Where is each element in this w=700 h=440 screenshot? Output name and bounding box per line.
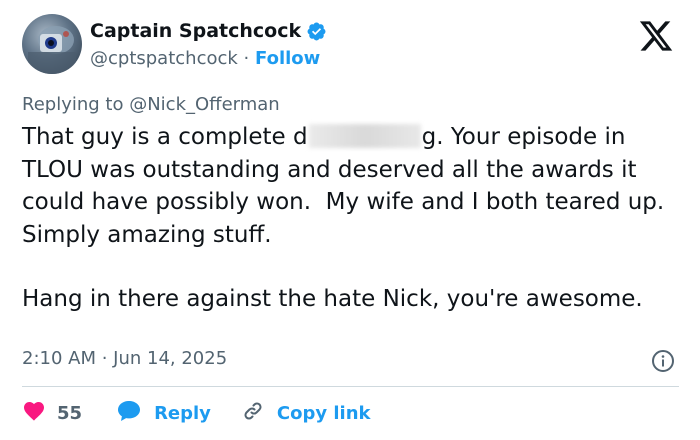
x-logo-icon[interactable] [636, 18, 676, 54]
tweet-paragraph-2: Hang in there against the hate Nick, you… [22, 286, 643, 312]
reply-mention-link[interactable]: @Nick_Offerman [129, 94, 280, 115]
author-name[interactable]: Captain Spatchcock [90, 20, 301, 42]
follow-button[interactable]: Follow [255, 48, 320, 69]
info-icon[interactable] [651, 349, 675, 373]
author-handle[interactable]: @cptspatchcock [90, 48, 238, 69]
tweet-paragraph-1: That guy is a complete d g. Your episode … [22, 121, 687, 251]
copy-link-label: Copy link [276, 403, 371, 424]
like-count: 55 [57, 403, 83, 424]
reply-button[interactable]: Reply [116, 399, 211, 428]
verified-badge-icon [306, 21, 327, 42]
action-bar: 55 Reply Copy link [22, 399, 371, 428]
speech-bubble-icon [116, 399, 142, 428]
reply-label: Reply [154, 403, 211, 424]
like-button[interactable]: 55 [22, 399, 82, 428]
redacted-word [308, 124, 421, 148]
replying-to: Replying to @Nick_Offerman [22, 94, 280, 115]
copy-link-button[interactable]: Copy link [241, 399, 371, 428]
replying-prefix: Replying to [22, 94, 124, 115]
divider [22, 386, 679, 387]
tweet-text-part-1: That guy is a complete d [22, 124, 308, 150]
author-name-row: Captain Spatchcock [90, 20, 327, 42]
separator-dot: · [243, 48, 250, 69]
tweet-text: That guy is a complete d g. Your episode … [22, 121, 687, 316]
heart-icon [22, 399, 46, 428]
author-handle-row: @cptspatchcock · Follow [90, 48, 320, 69]
link-icon [241, 399, 265, 428]
tweet-timestamp[interactable]: 2:10 AM · Jun 14, 2025 [22, 348, 227, 369]
avatar[interactable] [22, 14, 82, 74]
